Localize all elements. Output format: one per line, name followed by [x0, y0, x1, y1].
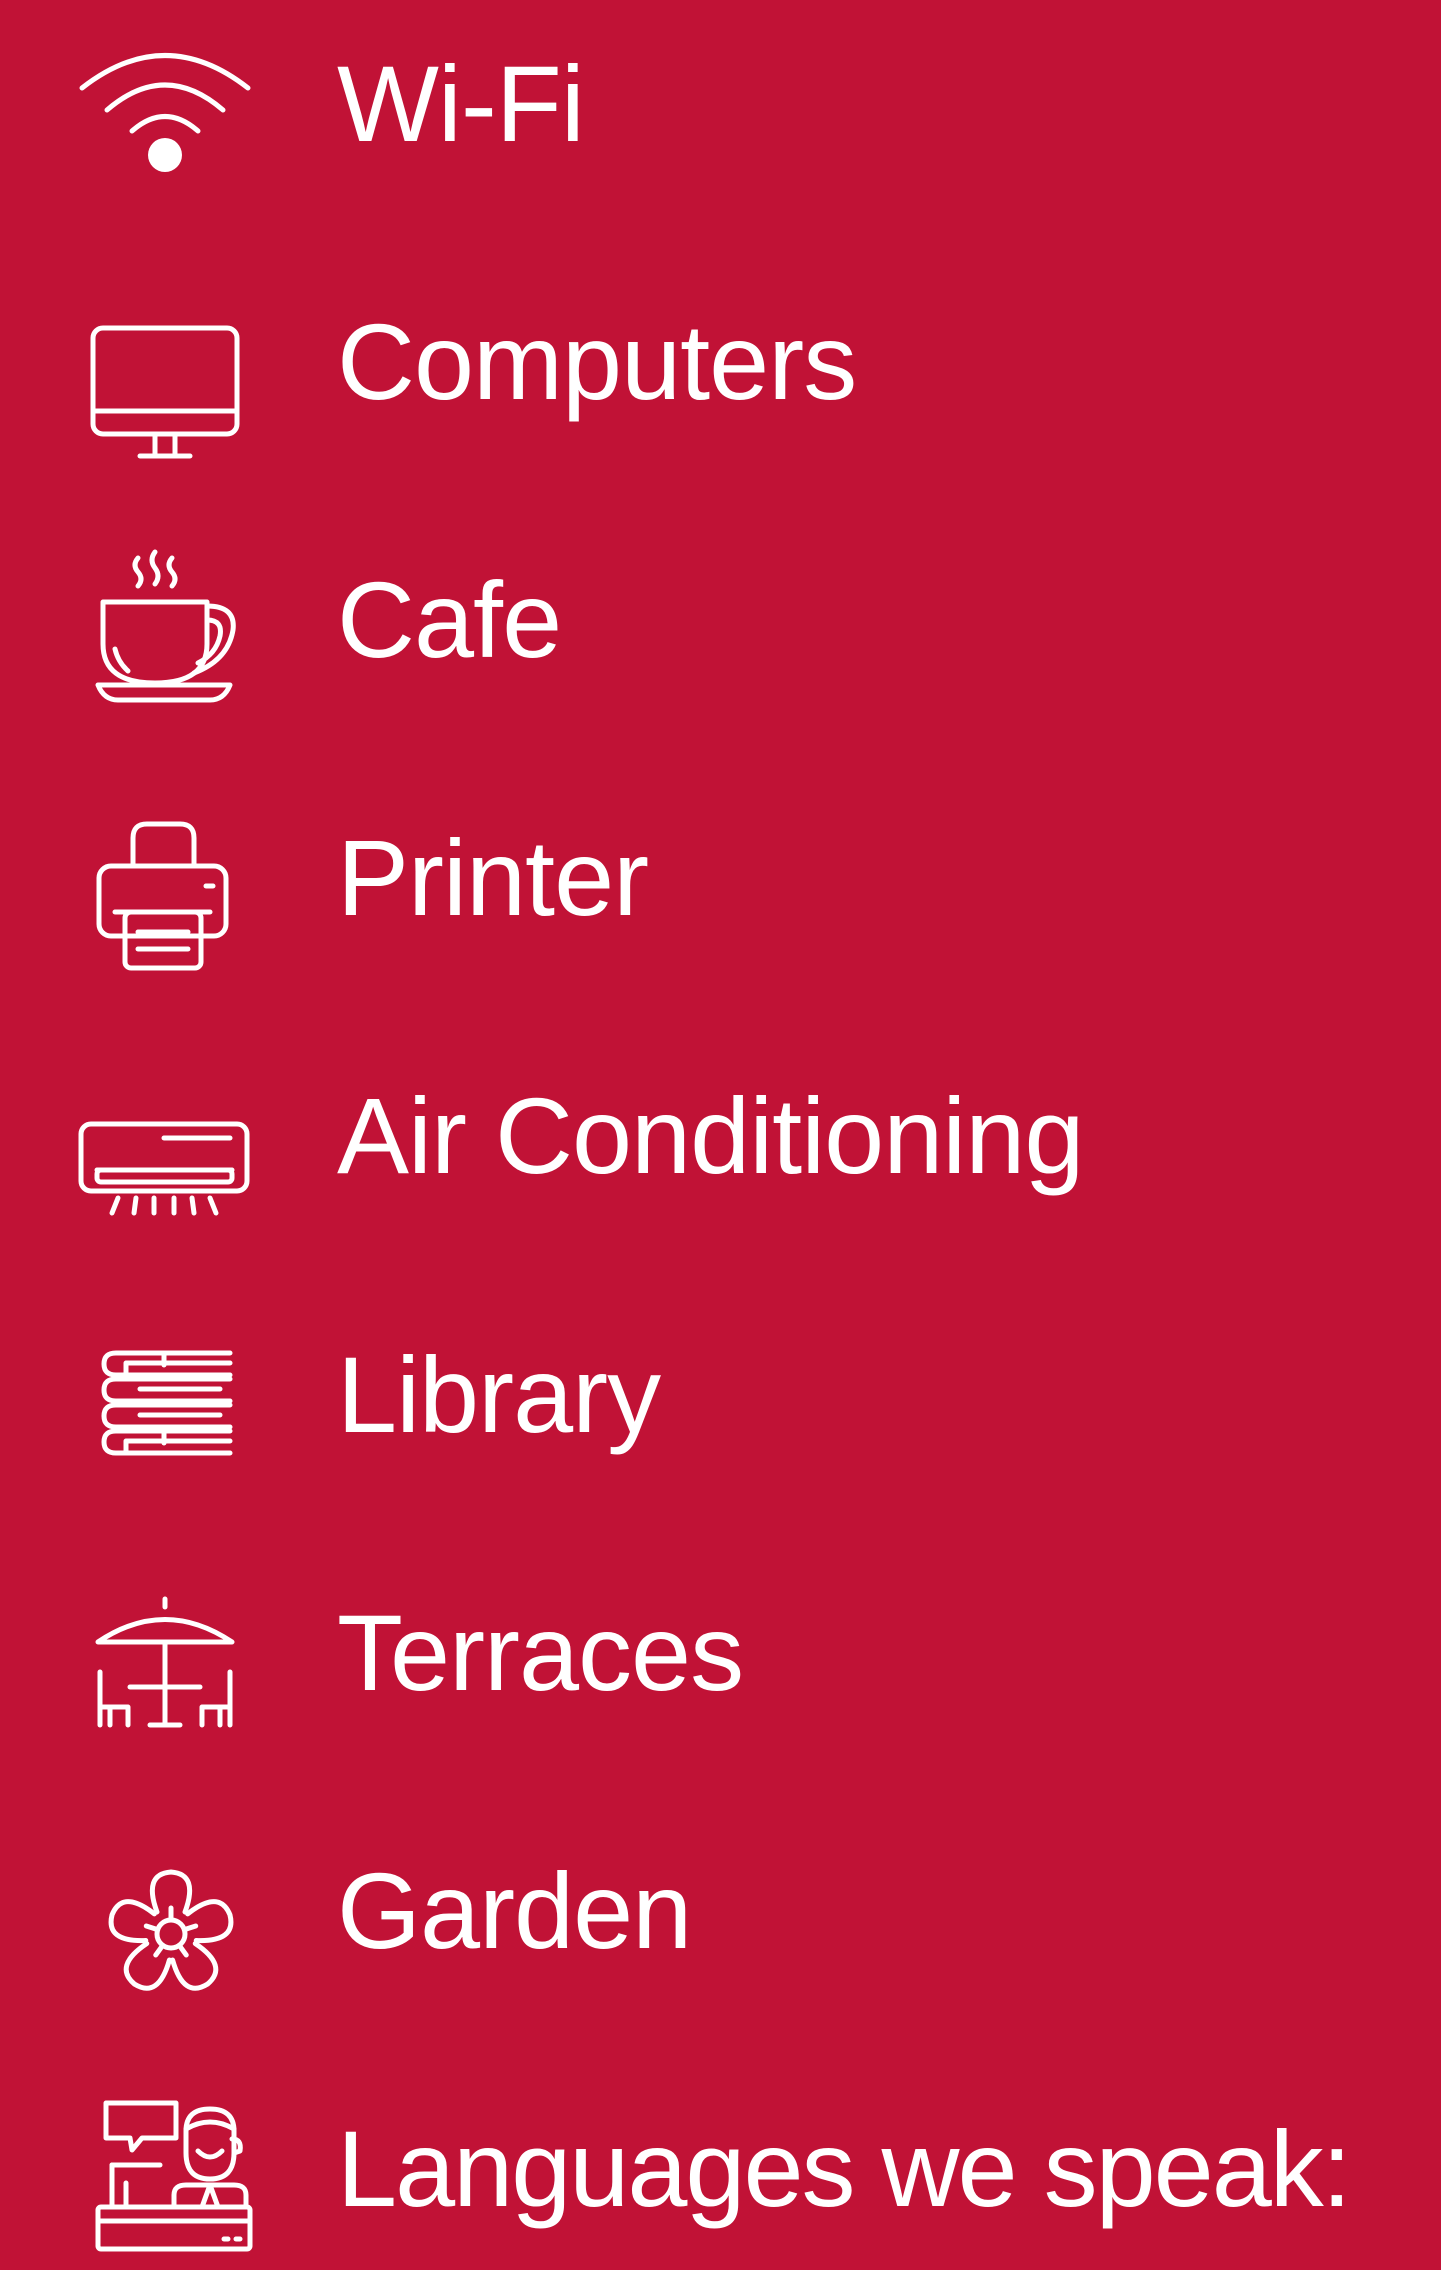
monitor-icon	[70, 286, 260, 459]
wifi-icon	[70, 28, 260, 178]
amenity-item-computers: Computers	[0, 261, 1441, 461]
amenity-label: Air Conditioning	[337, 1075, 1084, 1196]
amenities-list: Wi-Fi Computers Cafe Printer Air Conditi…	[0, 0, 1441, 2270]
amenity-item-cafe: Cafe	[0, 519, 1441, 719]
coffee-cup-icon	[70, 544, 260, 703]
amenity-label: Printer	[337, 817, 649, 938]
amenity-item-garden: Garden	[0, 1810, 1441, 2010]
amenity-item-languages: Languages we speak:	[0, 2068, 1441, 2268]
printer-icon	[70, 802, 260, 971]
reception-desk-speech-icon	[70, 2093, 260, 2252]
amenity-item-air-conditioning: Air Conditioning	[0, 1035, 1441, 1235]
amenity-label: Languages we speak:	[337, 2108, 1352, 2229]
amenity-item-wifi: Wi-Fi	[0, 3, 1441, 203]
amenity-item-terraces: Terraces	[0, 1552, 1441, 1752]
amenity-label: Library	[337, 1334, 661, 1455]
amenity-label: Terraces	[337, 1592, 744, 1713]
amenity-item-library: Library	[0, 1294, 1441, 1494]
amenity-label: Computers	[337, 301, 857, 422]
flower-icon	[70, 1835, 260, 1991]
air-conditioner-icon	[70, 1060, 260, 1216]
amenity-label: Garden	[337, 1850, 692, 1971]
amenity-label: Cafe	[337, 559, 562, 680]
books-icon	[70, 1319, 260, 1469]
amenity-label: Wi-Fi	[337, 43, 585, 164]
amenity-item-printer: Printer	[0, 777, 1441, 977]
terrace-table-umbrella-icon	[70, 1577, 260, 1728]
